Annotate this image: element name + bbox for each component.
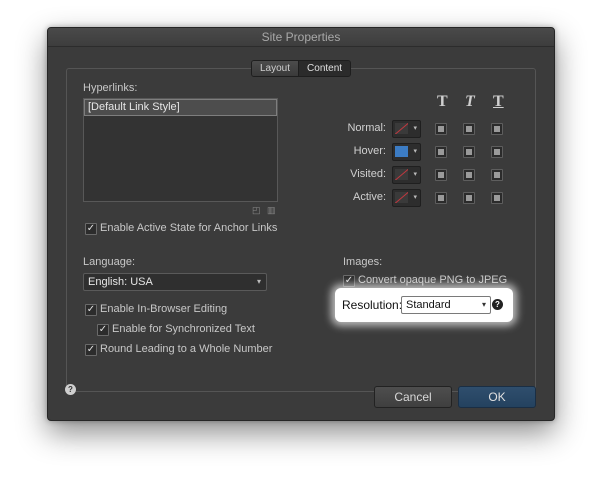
dialog-title: Site Properties [48, 28, 554, 47]
normal-bold-checkbox[interactable] [435, 123, 447, 135]
hover-color-swatch[interactable]: ▾ [392, 143, 421, 161]
help-icon[interactable]: ? [65, 384, 76, 395]
convert-png-label: Convert opaque PNG to JPEG [358, 274, 508, 286]
tab-bar: Layout Content [251, 60, 352, 77]
hover-italic-checkbox[interactable] [463, 146, 475, 158]
enable-sync-label: Enable for Synchronized Text [112, 323, 255, 335]
active-color-swatch[interactable]: ▾ [392, 189, 421, 207]
no-color-icon [395, 169, 408, 180]
active-label: Active: [352, 191, 386, 203]
new-style-icon[interactable]: ◰ [252, 206, 261, 215]
language-label: Language: [83, 256, 135, 268]
blue-color-icon [395, 146, 408, 157]
round-leading-label: Round Leading to a Whole Number [100, 343, 273, 355]
enable-sync-checkbox[interactable]: ✓ [97, 324, 109, 336]
resolution-select[interactable]: Standard ▾ [401, 296, 491, 314]
tab-layout[interactable]: Layout [252, 61, 299, 76]
enable-active-state-checkbox[interactable]: ✓ [85, 223, 97, 235]
active-italic-checkbox[interactable] [463, 192, 475, 204]
images-label: Images: [343, 256, 383, 268]
round-leading-checkbox[interactable]: ✓ [85, 344, 97, 356]
hyperlinks-label: Hyperlinks: [83, 82, 138, 94]
visited-bold-checkbox[interactable] [435, 169, 447, 181]
ok-button[interactable]: OK [458, 386, 536, 408]
hover-bold-checkbox[interactable] [435, 146, 447, 158]
bold-T-icon: T [437, 93, 448, 110]
visited-underline-checkbox[interactable] [491, 169, 503, 181]
active-bold-checkbox[interactable] [435, 192, 447, 204]
chevron-down-icon: ▾ [413, 125, 417, 132]
enable-active-state-label: Enable Active State for Anchor Links [100, 222, 278, 234]
underline-T-icon: T [493, 93, 504, 110]
list-item[interactable]: [Default Link Style] [84, 99, 277, 116]
normal-italic-checkbox[interactable] [463, 123, 475, 135]
italic-T-icon: T [465, 93, 475, 110]
normal-underline-checkbox[interactable] [491, 123, 503, 135]
active-underline-checkbox[interactable] [491, 192, 503, 204]
trash-icon[interactable]: ▥ [267, 206, 276, 215]
normal-label: Normal: [347, 122, 386, 134]
hyperlinks-list[interactable]: [Default Link Style] [83, 98, 278, 202]
chevron-down-icon: ▾ [256, 277, 261, 286]
hover-label: Hover: [353, 145, 386, 157]
hover-underline-checkbox[interactable] [491, 146, 503, 158]
cancel-button[interactable]: Cancel [374, 386, 452, 408]
enable-in-browser-label: Enable In-Browser Editing [100, 303, 228, 315]
resolution-value: Standard [406, 299, 451, 311]
chevron-down-icon: ▾ [481, 300, 486, 309]
language-value: English: USA [88, 276, 153, 288]
visited-label: Visited: [350, 168, 386, 180]
normal-color-swatch[interactable]: ▾ [392, 120, 421, 138]
tab-content[interactable]: Content [298, 61, 351, 76]
no-color-icon [395, 123, 408, 134]
chevron-down-icon: ▾ [413, 171, 417, 178]
chevron-down-icon: ▾ [413, 194, 417, 201]
visited-color-swatch[interactable]: ▾ [392, 166, 421, 184]
no-color-icon [395, 192, 408, 203]
convert-png-checkbox[interactable]: ✓ [343, 275, 355, 287]
site-properties-dialog: Site Properties Layout Content Hyperlink… [47, 27, 555, 421]
language-select[interactable]: English: USA ▾ [83, 273, 267, 291]
resolution-help-icon[interactable]: ? [492, 299, 503, 310]
visited-italic-checkbox[interactable] [463, 169, 475, 181]
resolution-label: Resolution: [342, 298, 403, 312]
chevron-down-icon: ▾ [413, 148, 417, 155]
enable-in-browser-checkbox[interactable]: ✓ [85, 304, 97, 316]
